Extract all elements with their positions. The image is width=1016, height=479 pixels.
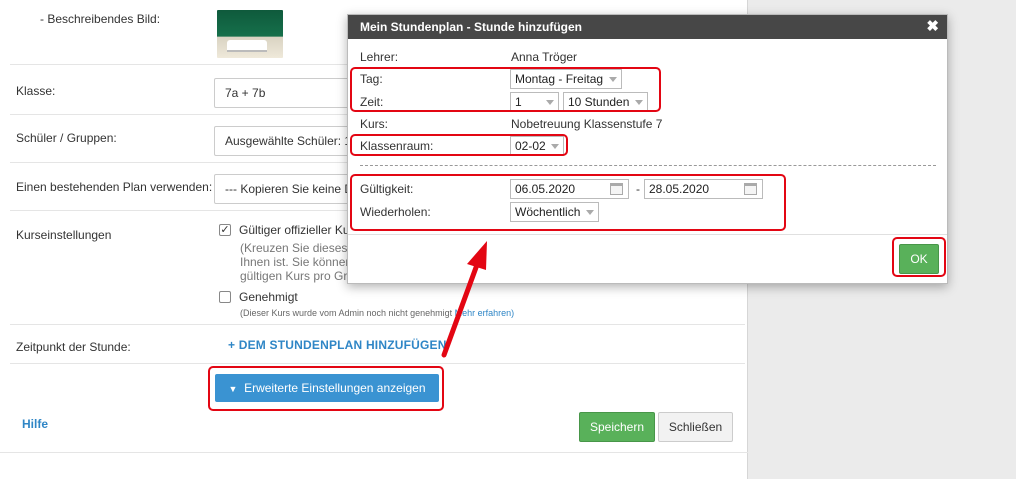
red-arrow-icon [441,241,487,358]
